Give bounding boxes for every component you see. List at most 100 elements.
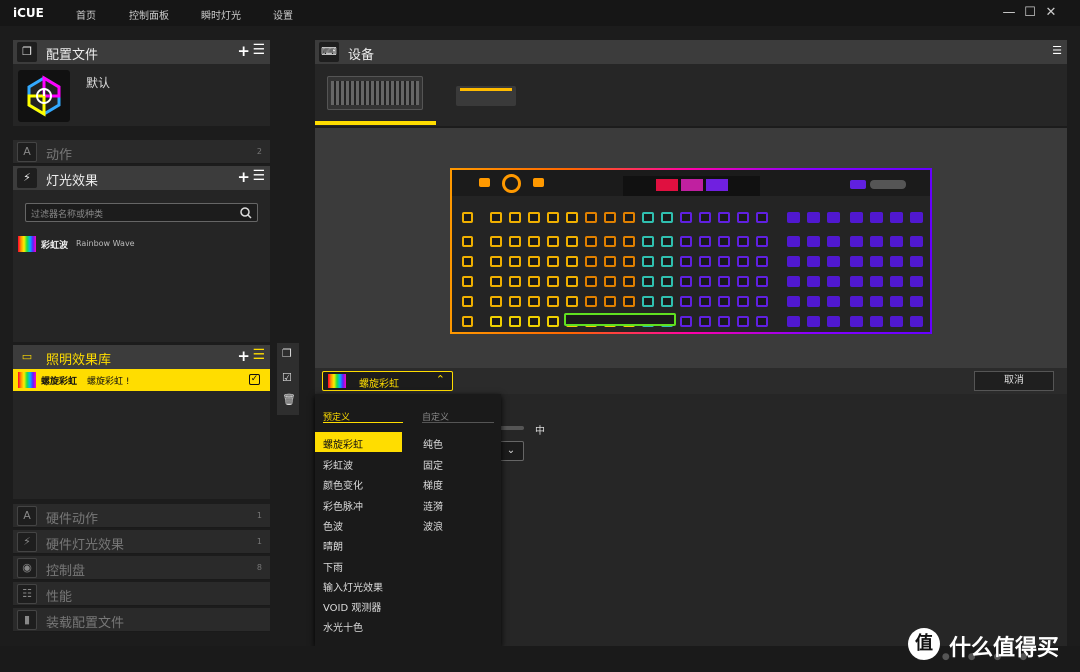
dropdown-custom-item[interactable]: 波浪: [423, 518, 443, 533]
copy-icon[interactable]: ❐: [282, 347, 292, 360]
hardware-lighting-count: 1: [256, 537, 262, 546]
add-lighting-button[interactable]: +: [237, 168, 250, 186]
macro-key: [462, 236, 473, 247]
dropdown-item[interactable]: 输入灯光效果: [323, 579, 383, 594]
dropdown-custom-item[interactable]: 固定: [423, 457, 443, 472]
minimize-icon[interactable]: —: [1000, 4, 1018, 22]
numpad-key: [890, 212, 903, 223]
add-library-button[interactable]: +: [237, 347, 250, 365]
dropdown-item[interactable]: 彩虹波: [323, 457, 353, 472]
profile-default-label: 默认: [86, 76, 111, 90]
library-item-sub: 螺旋彩虹 !: [87, 377, 130, 387]
key: [528, 236, 540, 247]
dropdown-item[interactable]: 色波: [323, 518, 343, 533]
numpad-key: [910, 256, 923, 267]
selected-device-indicator: [315, 121, 436, 125]
key: [756, 212, 768, 223]
chevron-up-icon: ⌃: [435, 373, 445, 386]
speed-slider[interactable]: [498, 426, 524, 430]
key: [661, 296, 673, 307]
nav-home[interactable]: 首页: [76, 7, 96, 22]
device-ram-thumb[interactable]: [456, 86, 516, 106]
actions-row[interactable]: A 动作 2: [13, 140, 270, 164]
library-header: ▭ 照明效果库 + ☰: [13, 345, 270, 369]
dropdown-item[interactable]: 水光十色: [323, 619, 363, 634]
key: [509, 236, 521, 247]
dropdown-custom-item[interactable]: 梯度: [423, 477, 443, 492]
dropdown-item[interactable]: 螺旋彩虹: [323, 436, 363, 451]
key: [509, 276, 521, 287]
ram-thumb-light: [460, 88, 512, 91]
key: [509, 212, 521, 223]
load-profile-row[interactable]: ▮ 装载配置文件: [13, 608, 270, 632]
library-item-name: 螺旋彩虹: [41, 377, 78, 387]
key: [547, 212, 559, 223]
numpad-key: [870, 256, 883, 267]
performance-row[interactable]: ☷ 性能: [13, 582, 270, 606]
close-icon[interactable]: ✕: [1042, 4, 1060, 22]
dropdown-custom-item[interactable]: 纯色: [423, 436, 443, 451]
numpad-key: [890, 236, 903, 247]
hardware-lighting-row[interactable]: ⚡ 硬件灯光效果 1: [13, 530, 270, 554]
dropdown-item[interactable]: VOID 观测器: [323, 599, 381, 614]
nav-instant-lighting[interactable]: 瞬时灯光: [201, 7, 241, 22]
search-icon[interactable]: [240, 207, 252, 219]
actions-title: 动作: [46, 148, 73, 163]
key: [661, 256, 673, 267]
filter-input[interactable]: 过滤器名称或种类: [25, 203, 258, 222]
nav-key: [807, 236, 820, 247]
key: [566, 256, 578, 267]
device-keyboard-thumb[interactable]: [327, 76, 423, 110]
checkbox-tool-icon[interactable]: ☑: [282, 371, 292, 384]
profiles-menu-icon[interactable]: ☰: [252, 42, 265, 58]
dropdown-item[interactable]: 彩色脉冲: [323, 498, 363, 513]
key: [718, 316, 730, 327]
dropdown-item[interactable]: 颜色变化: [323, 477, 363, 492]
dropdown-custom-item[interactable]: 涟漪: [423, 498, 443, 513]
hardware-actions-row[interactable]: A 硬件动作 1: [13, 504, 270, 528]
key: [718, 276, 730, 287]
nav-dashboard[interactable]: 控制面板: [129, 7, 169, 22]
lighting-item-sub: Rainbow Wave: [76, 239, 135, 248]
key: [585, 256, 597, 267]
dropdown-item[interactable]: 下雨: [323, 559, 343, 574]
key: [737, 212, 749, 223]
key: [737, 296, 749, 307]
direction-select[interactable]: ⌄: [498, 441, 524, 461]
watermark-text: 什么值得买: [949, 636, 1060, 661]
actions-icon: A: [17, 142, 37, 162]
numpad-key: [890, 256, 903, 267]
actions-count: 2: [256, 147, 262, 156]
profile-default[interactable]: [18, 70, 70, 122]
library-item-selected[interactable]: 螺旋彩虹 螺旋彩虹 ! ✓: [13, 369, 270, 391]
dropdown-item[interactable]: 晴朗: [323, 538, 343, 553]
checkbox-icon[interactable]: ✓: [249, 374, 260, 385]
key: [604, 296, 616, 307]
nav-key: [807, 296, 820, 307]
lighting-item[interactable]: 彩虹波 Rainbow Wave: [18, 236, 258, 252]
macro-key: [462, 276, 473, 287]
rainbow-icon: [328, 374, 346, 388]
trash-icon[interactable]: 🗑: [282, 393, 296, 406]
add-profile-button[interactable]: +: [237, 42, 250, 60]
dial-row[interactable]: ◉ 控制盘 8: [13, 556, 270, 580]
nav-key: [827, 256, 840, 267]
keyboard-device-icon: ⌨: [319, 42, 339, 62]
lighting-menu-icon[interactable]: ☰: [252, 168, 265, 184]
cancel-button[interactable]: 取消: [974, 371, 1054, 391]
key: [490, 276, 502, 287]
keyboard-icon: ▭: [21, 350, 33, 363]
devices-menu-icon[interactable]: ☰: [1052, 44, 1062, 57]
key: [756, 236, 768, 247]
library-menu-icon[interactable]: ☰: [252, 347, 265, 363]
effect-select[interactable]: 螺旋彩虹 ⌃: [322, 371, 453, 391]
key: [604, 256, 616, 267]
numpad-key: [910, 276, 923, 287]
icue-logo-icon: [27, 75, 61, 117]
macro-key: [462, 256, 473, 267]
nav-settings[interactable]: 设置: [273, 7, 293, 22]
key: [623, 236, 635, 247]
app-logo: iCUE: [13, 6, 44, 20]
key: [718, 256, 730, 267]
maximize-icon[interactable]: ☐: [1021, 4, 1039, 22]
